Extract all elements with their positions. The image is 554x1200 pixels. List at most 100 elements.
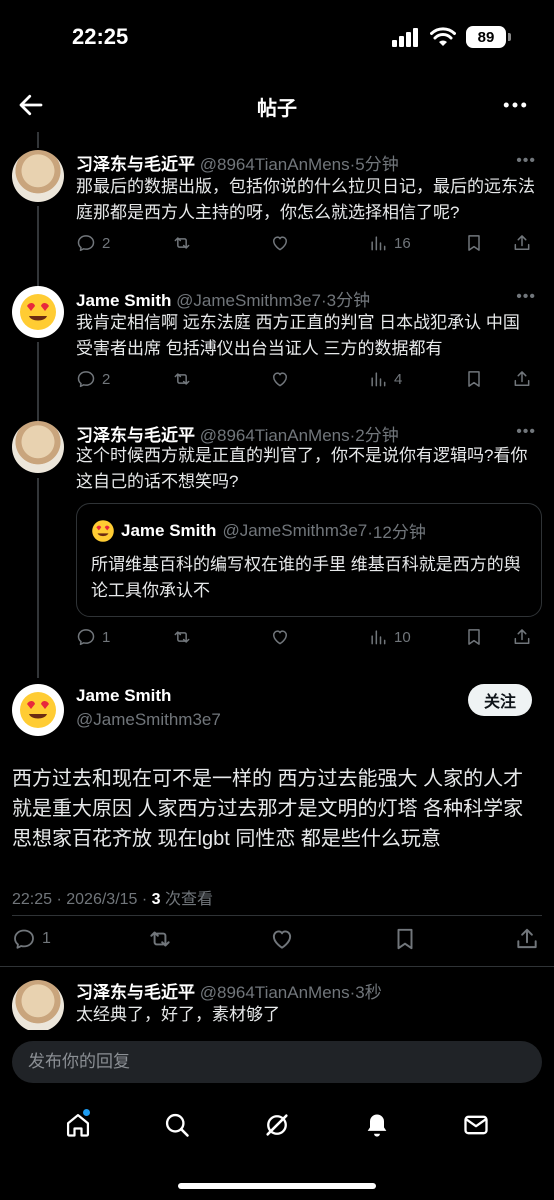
repost-button[interactable] bbox=[172, 627, 270, 647]
share-button[interactable] bbox=[512, 233, 532, 253]
battery-level: 89 bbox=[477, 28, 495, 46]
reply-count: 2 bbox=[102, 234, 111, 252]
views-label: 次查看 bbox=[160, 891, 214, 908]
more-options-icon[interactable] bbox=[500, 90, 530, 120]
wifi-icon bbox=[430, 27, 456, 46]
user-handle[interactable]: @8964TianAnMens bbox=[200, 983, 350, 1002]
reply-tweet[interactable]: 习泽东与毛近平 @8964TianAnMens·5分钟 ••• 那最后的数据出版… bbox=[0, 150, 554, 270]
bookmark-icon bbox=[464, 627, 484, 647]
search-icon bbox=[166, 1113, 190, 1137]
repost-icon bbox=[172, 369, 192, 389]
like-button[interactable] bbox=[270, 627, 368, 647]
quote-text: 所谓维基百科的编写权在谁的手里 维基百科就是西方的舆论工具你承认不 bbox=[91, 555, 521, 600]
bookmark-icon bbox=[464, 233, 484, 253]
more-options-icon[interactable]: ••• bbox=[516, 423, 536, 441]
reply-tweet[interactable]: 习泽东与毛近平 @8964TianAnMens·3秒 太经典了，好了，素材够了 bbox=[0, 978, 554, 1030]
like-button[interactable] bbox=[270, 369, 368, 389]
display-name[interactable]: 习泽东与毛近平 bbox=[76, 983, 195, 1002]
tweet-header: 习泽东与毛近平 @8964TianAnMens·3秒 bbox=[76, 978, 542, 1003]
bookmark-button[interactable] bbox=[464, 627, 512, 647]
reply-composer-input[interactable]: 发布你的回复 bbox=[12, 1041, 542, 1083]
reply-tweet[interactable]: 习泽东与毛近平 @8964TianAnMens·2分钟 ••• 这个时候西方就是… bbox=[0, 421, 554, 661]
views-button[interactable]: 10 bbox=[368, 627, 464, 647]
view-count: 4 bbox=[394, 370, 403, 388]
bookmark-button[interactable] bbox=[464, 369, 512, 389]
reply-button[interactable]: 2 bbox=[76, 233, 172, 253]
tweet-time: ·5分钟 bbox=[349, 155, 399, 174]
share-icon bbox=[514, 926, 540, 952]
heart-eyes-emoji-icon bbox=[18, 690, 58, 730]
repost-button[interactable] bbox=[172, 233, 270, 253]
tweet-header: 习泽东与毛近平 @8964TianAnMens·5分钟 bbox=[76, 150, 542, 175]
user-handle: @JameSmithm3e7 bbox=[222, 520, 368, 540]
signal-icon bbox=[392, 28, 418, 47]
repost-button[interactable] bbox=[147, 926, 173, 952]
tweet-text: 那最后的数据出版，包括你说的什么拉贝日记，最后的远东法庭那都是西方人主持的呀，你… bbox=[76, 177, 535, 222]
nav-grok[interactable] bbox=[257, 1105, 297, 1145]
heart-eyes-emoji-icon bbox=[18, 292, 58, 332]
share-button[interactable] bbox=[514, 926, 540, 952]
nav-notifications[interactable] bbox=[357, 1105, 397, 1145]
user-handle[interactable]: @8964TianAnMens bbox=[200, 155, 350, 174]
avatar[interactable] bbox=[12, 980, 64, 1030]
thread-line bbox=[37, 132, 39, 148]
reply-button[interactable]: 1 bbox=[76, 627, 172, 647]
divider bbox=[0, 966, 554, 967]
battery-icon: 89 bbox=[466, 26, 511, 48]
repost-button[interactable] bbox=[172, 369, 270, 389]
share-button[interactable] bbox=[512, 627, 532, 647]
like-button[interactable] bbox=[270, 233, 368, 253]
more-options-icon[interactable]: ••• bbox=[516, 288, 536, 306]
repost-icon bbox=[172, 627, 192, 647]
user-handle[interactable]: @JameSmithm3e7 bbox=[76, 710, 221, 730]
tweet-text: 太经典了，好了，素材够了 bbox=[76, 1005, 280, 1024]
tweet-timestamp: 22:25 · 2026/3/15 · bbox=[12, 891, 152, 908]
views-button[interactable]: 16 bbox=[368, 233, 464, 253]
views-icon bbox=[368, 369, 388, 389]
user-handle[interactable]: @JameSmithm3e7 bbox=[176, 291, 321, 310]
divider bbox=[12, 915, 542, 916]
tweet-actions: 1 10 bbox=[76, 624, 540, 650]
quoted-tweet[interactable]: Jame Smith @JameSmithm3e7·12分钟 所谓维基百科的编写… bbox=[76, 503, 542, 617]
tweet-meta: 22:25 · 2026/3/15 · 3 次查看 bbox=[12, 885, 213, 909]
grok-icon bbox=[266, 1114, 288, 1136]
share-icon bbox=[512, 627, 532, 647]
nav-messages[interactable] bbox=[456, 1105, 496, 1145]
tweet-time: ·12分钟 bbox=[367, 523, 426, 542]
quote-header: Jame Smith @JameSmithm3e7·12分钟 bbox=[91, 518, 426, 543]
avatar[interactable] bbox=[12, 150, 64, 202]
bookmark-button[interactable] bbox=[464, 233, 512, 253]
nav-home[interactable] bbox=[58, 1105, 98, 1145]
views-button[interactable]: 4 bbox=[368, 369, 464, 389]
reply-tweet[interactable]: Jame Smith @JameSmithm3e7·3分钟 ••• 我肯定相信啊… bbox=[0, 286, 554, 406]
status-icons: 89 bbox=[392, 26, 511, 48]
heart-icon bbox=[270, 369, 290, 389]
reply-button[interactable]: 2 bbox=[76, 369, 172, 389]
tweet-time: ·3分钟 bbox=[320, 291, 371, 310]
nav-search[interactable] bbox=[157, 1105, 197, 1145]
avatar[interactable] bbox=[12, 684, 64, 736]
share-button[interactable] bbox=[512, 369, 532, 389]
display-name[interactable]: 习泽东与毛近平 bbox=[76, 155, 195, 174]
notifications-icon bbox=[367, 1114, 386, 1137]
reply-count: 1 bbox=[42, 930, 51, 947]
follow-button[interactable]: 关注 bbox=[468, 684, 532, 716]
avatar[interactable] bbox=[12, 286, 64, 338]
display-name[interactable]: Jame Smith bbox=[76, 686, 171, 706]
like-button[interactable] bbox=[269, 926, 295, 952]
reply-icon bbox=[76, 627, 96, 647]
view-count: 16 bbox=[394, 234, 411, 252]
reply-icon bbox=[12, 927, 36, 951]
view-count: 10 bbox=[394, 628, 411, 646]
bookmark-button[interactable] bbox=[392, 926, 418, 952]
share-icon bbox=[512, 233, 532, 253]
header: 帖子 bbox=[0, 78, 554, 132]
repost-icon bbox=[147, 926, 173, 952]
page-title: 帖子 bbox=[257, 98, 297, 120]
display-name[interactable]: Jame Smith bbox=[76, 291, 171, 310]
reply-button[interactable]: 1 bbox=[12, 927, 51, 951]
more-options-icon[interactable]: ••• bbox=[516, 152, 536, 170]
views-icon bbox=[368, 233, 388, 253]
avatar[interactable] bbox=[12, 421, 64, 473]
tweet-actions: 2 16 bbox=[76, 230, 540, 256]
